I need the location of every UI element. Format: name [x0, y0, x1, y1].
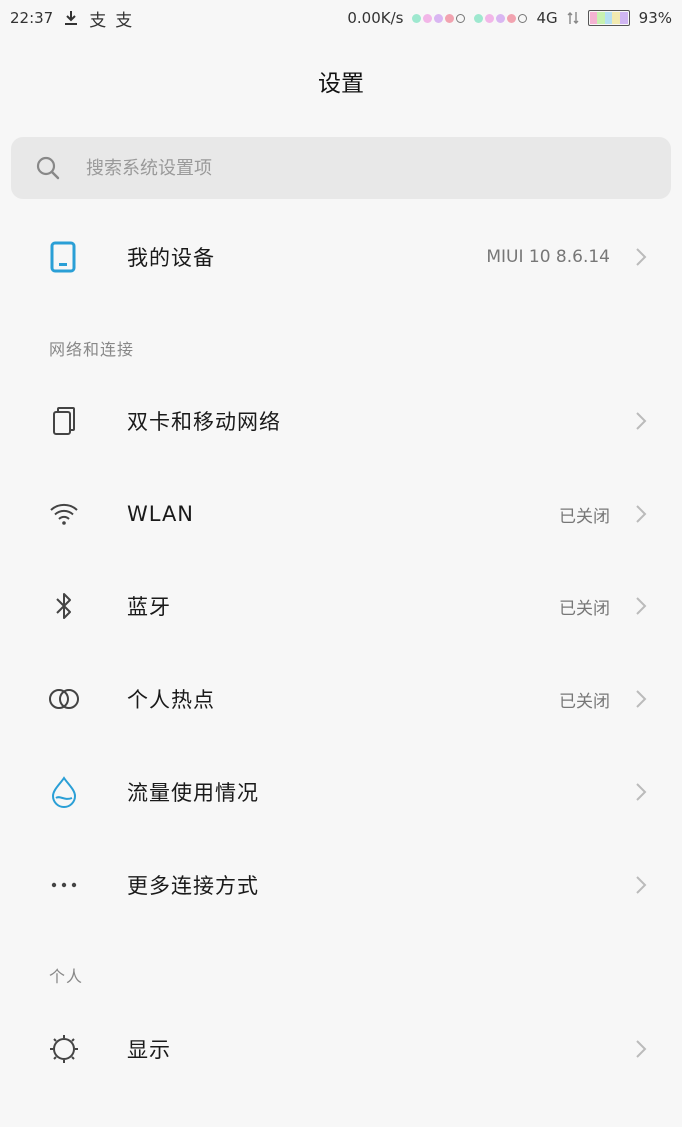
brightness-icon: [44, 1029, 84, 1069]
row-data-usage[interactable]: 流量使用情况: [0, 747, 682, 837]
status-right: 0.00K/s 4G 93%: [347, 9, 672, 27]
search-icon: [36, 156, 60, 180]
row-more-connections[interactable]: 更多连接方式: [0, 840, 682, 930]
battery-percent: 93%: [638, 9, 672, 27]
signal-dots-icon-2: [474, 13, 528, 23]
row-value: 已关闭: [559, 506, 610, 527]
search-box[interactable]: [11, 137, 671, 199]
bluetooth-icon: [44, 586, 84, 626]
section-header-personal: 个人: [49, 967, 84, 986]
row-wlan[interactable]: WLAN 已关闭: [0, 469, 682, 559]
tablet-icon: [44, 237, 84, 277]
network-type: 4G: [536, 9, 558, 27]
alipay-icon: 支: [89, 10, 107, 31]
chevron-right-icon: [636, 690, 647, 708]
section-header-network: 网络和连接: [49, 340, 135, 359]
row-label: 显示: [127, 1038, 171, 1062]
row-label: 个人热点: [127, 688, 215, 712]
row-value: MIUI 10 8.6.14: [486, 247, 610, 267]
search-input[interactable]: [86, 157, 606, 179]
row-label: 更多连接方式: [127, 874, 259, 898]
chevron-right-icon: [636, 505, 647, 523]
chevron-right-icon: [636, 597, 647, 615]
status-bar: 22:37 支 支 0.00K/s 4G 93%: [0, 0, 682, 36]
row-label: 我的设备: [127, 246, 215, 270]
row-label: 流量使用情况: [127, 781, 259, 805]
net-speed: 0.00K/s: [347, 9, 404, 27]
row-display[interactable]: 显示: [0, 1004, 682, 1094]
status-time: 22:37: [10, 9, 54, 27]
chevron-right-icon: [636, 412, 647, 430]
row-value: 已关闭: [559, 691, 610, 712]
download-icon: [65, 11, 78, 25]
row-label: 蓝牙: [127, 595, 171, 619]
wifi-icon: [44, 494, 84, 534]
chevron-right-icon: [636, 876, 647, 894]
chevron-right-icon: [636, 248, 647, 266]
row-dual-sim[interactable]: 双卡和移动网络: [0, 376, 682, 466]
row-bluetooth[interactable]: 蓝牙 已关闭: [0, 561, 682, 651]
row-hotspot[interactable]: 个人热点 已关闭: [0, 654, 682, 744]
alipay-icon-2: 支: [115, 10, 133, 31]
status-left: 22:37 支 支: [10, 6, 132, 31]
chevron-right-icon: [636, 1040, 647, 1058]
signal-dots-icon: [412, 13, 466, 23]
chevron-right-icon: [636, 783, 647, 801]
row-my-device[interactable]: 我的设备 MIUI 10 8.6.14: [0, 212, 682, 302]
water-drop-icon: [44, 772, 84, 812]
dual-sim-icon: [44, 401, 84, 441]
more-dots-icon: [44, 865, 84, 905]
row-value: 已关闭: [559, 598, 610, 619]
page-title: 设置: [318, 71, 364, 97]
row-label: WLAN: [127, 502, 195, 526]
battery-icon: [587, 10, 630, 26]
row-label: 双卡和移动网络: [127, 410, 281, 434]
hotspot-icon: [44, 679, 84, 719]
data-arrows-icon: [567, 12, 579, 24]
